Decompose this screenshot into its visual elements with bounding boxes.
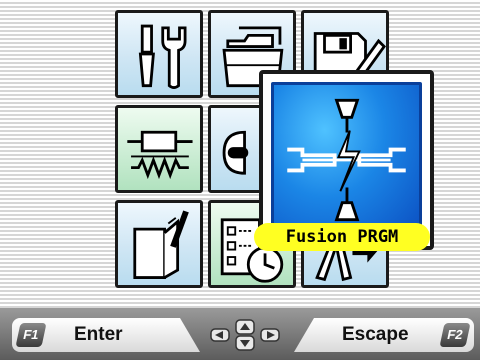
heater-resistor-icon (127, 130, 193, 180)
escape-label: Escape (342, 324, 409, 345)
escape-button[interactable]: Escape F2 (294, 318, 474, 352)
wrench-screwdriver-icon (138, 24, 187, 89)
enter-button[interactable]: F1 Enter (12, 318, 200, 352)
selected-icon-panel (271, 82, 422, 238)
f2-key-badge: F2 (439, 323, 471, 347)
enter-label: Enter (74, 324, 123, 345)
f1-key-badge: F1 (15, 323, 47, 347)
fusion-arc-icon (287, 98, 406, 222)
menu-tile-notes[interactable] (115, 200, 203, 288)
selected-item-label: Fusion PRGM (254, 223, 430, 251)
menu-tile-heater[interactable] (115, 105, 203, 193)
screen: { "menu": { "items": [ {"id": "maintenan… (0, 0, 480, 360)
notepad-pen-icon (133, 210, 189, 279)
arrow-keys-icon (205, 318, 285, 352)
menu-tile-maintenance[interactable] (115, 10, 203, 98)
